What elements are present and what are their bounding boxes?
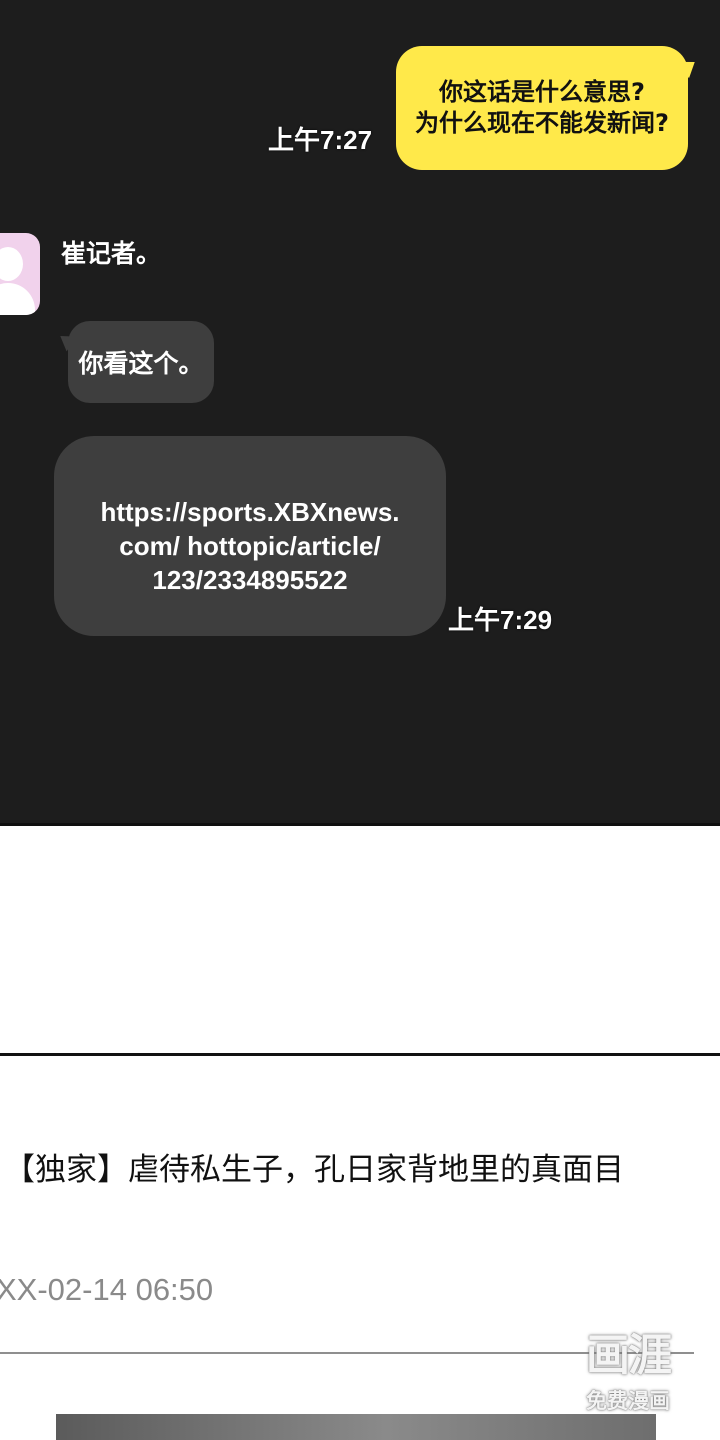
outgoing-message-bubble[interactable]: 你这话是什么意思? 为什么现在不能发新闻? xyxy=(396,46,688,170)
outgoing-message-line-1: 你这话是什么意思? xyxy=(439,78,645,106)
link-line-1: https://sports.XBXnews. xyxy=(100,497,400,527)
article-image xyxy=(56,1414,656,1440)
incoming-message-bubble[interactable]: 你看这个。 xyxy=(68,321,214,403)
watermark-subtitle: 免费漫画 xyxy=(586,1389,670,1413)
watermark-logo: 画涯 xyxy=(586,1330,672,1381)
incoming-message-time: 上午7:29 xyxy=(448,605,553,635)
article-date: XX-02-14 06:50 xyxy=(0,1272,214,1307)
article-headline[interactable]: 【独家】虐待私生子，孔日家背地里的真面目 xyxy=(4,1144,624,1189)
article-top-rule xyxy=(0,1053,720,1056)
outgoing-message-line-2: 为什么现在不能发新闻? xyxy=(415,109,669,137)
link-line-2: com/ hottopic/article/ xyxy=(119,531,381,561)
panel-divider xyxy=(0,823,720,826)
incoming-link-bubble[interactable]: https://sports.XBXnews. com/ hottopic/ar… xyxy=(54,436,446,636)
chat-panel: 你这话是什么意思? 为什么现在不能发新闻? 上午7:27 崔记者。 你看这个。 … xyxy=(0,0,720,824)
watermark: 画涯 免费漫画 xyxy=(568,1319,688,1419)
avatar[interactable] xyxy=(0,233,40,315)
outgoing-message-time: 上午7:27 xyxy=(268,125,373,155)
link-line-3: 123/2334895522 xyxy=(152,565,348,595)
incoming-message-text: 你看这个。 xyxy=(78,349,204,378)
sender-name: 崔记者。 xyxy=(61,239,162,268)
